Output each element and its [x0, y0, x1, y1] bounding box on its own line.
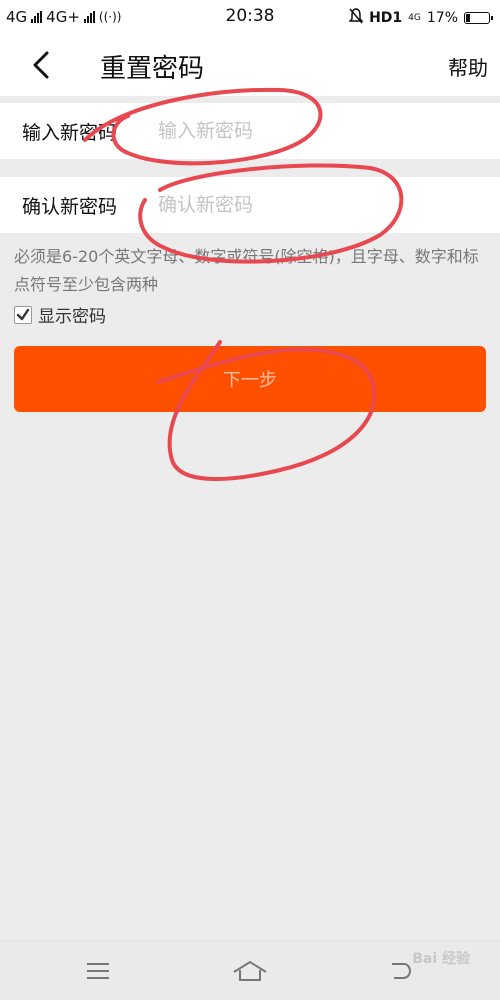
mute-icon [348, 8, 364, 28]
menu-button[interactable] [78, 955, 118, 987]
confirm-password-label: 确认新密码 [22, 196, 118, 218]
network-small-label: 4G [408, 13, 421, 23]
checkmark-icon [16, 308, 30, 320]
next-step-label: 下一步 [223, 370, 277, 391]
password-rule-hint: 必须是6-20个英文字母、数字或符号(除空格)，且字母、数字和标点符号至少包含两… [14, 247, 479, 294]
new-password-row: 输入新密码 [0, 103, 500, 159]
home-icon [233, 960, 267, 981]
battery-percent: 17% [426, 10, 458, 26]
show-password-toggle[interactable]: 显示密码 [14, 302, 106, 327]
confirm-password-row: 确认新密码 [0, 177, 500, 233]
back-icon [392, 963, 412, 979]
new-password-input[interactable] [158, 113, 478, 149]
status-right: HD1 4G 17% [348, 8, 493, 28]
nav-bar: 重置密码 帮助 [0, 34, 500, 96]
hd-label: HD1 [369, 10, 403, 26]
back-button[interactable] [24, 48, 58, 82]
show-password-label: 显示密码 [38, 307, 106, 327]
help-button[interactable]: 帮助 [448, 52, 488, 81]
home-button[interactable] [230, 955, 270, 987]
next-step-button[interactable]: 下一步 [14, 346, 486, 412]
confirm-password-input[interactable] [158, 187, 478, 223]
new-password-label: 输入新密码 [22, 122, 118, 144]
show-password-checkbox[interactable] [14, 305, 32, 324]
watermark: Bai 经验 [412, 951, 470, 967]
battery-icon [464, 12, 493, 24]
menu-icon [87, 963, 109, 979]
status-bar: 4G 4G+ ((·)) 20:38 HD1 4G 17% [0, 0, 500, 34]
page-title: 重置密码 [100, 54, 205, 84]
chevron-left-icon [33, 51, 49, 79]
